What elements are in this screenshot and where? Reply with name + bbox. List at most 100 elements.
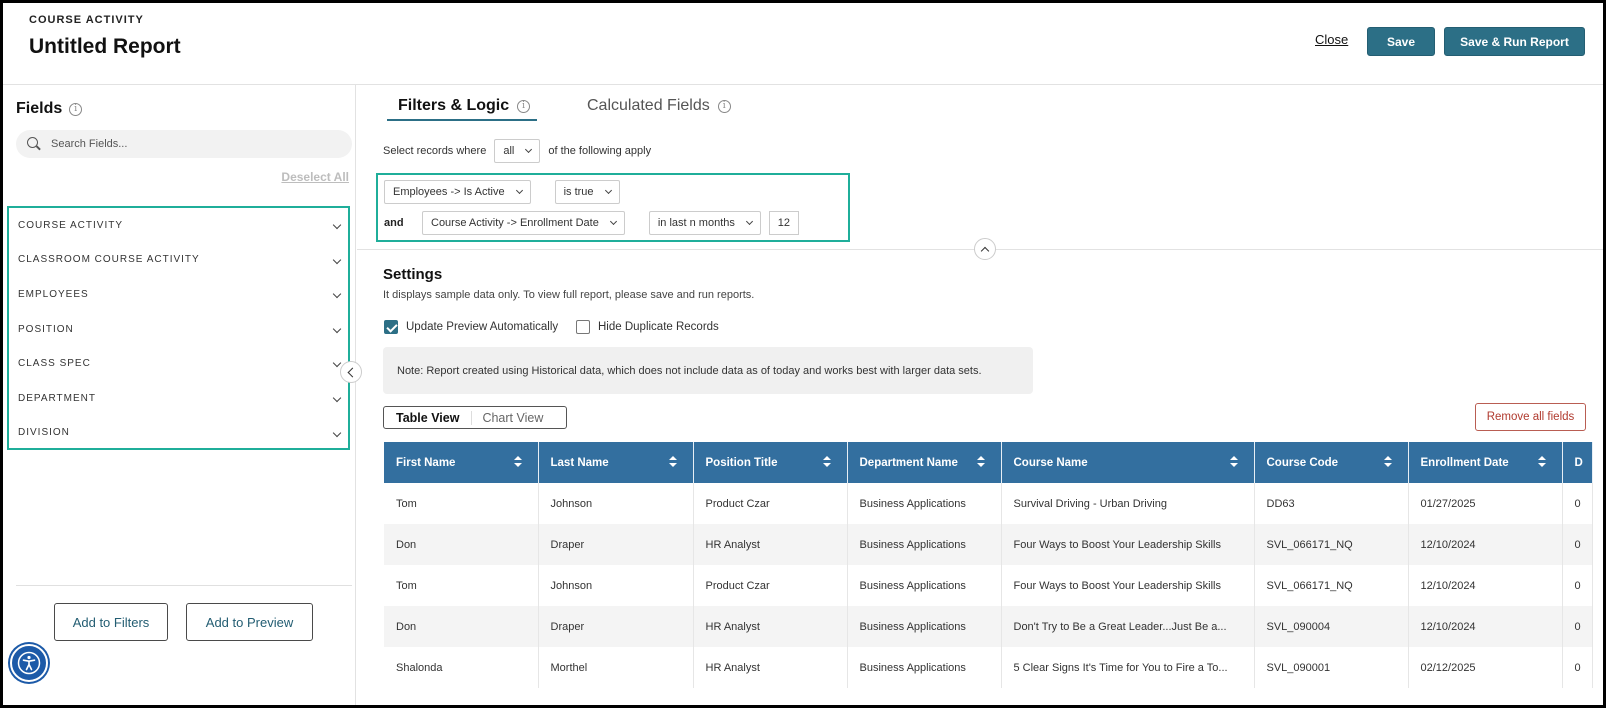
column-header[interactable]: Department Name bbox=[847, 442, 1002, 483]
sort-icon[interactable] bbox=[1229, 456, 1238, 468]
chevron-down-icon bbox=[332, 428, 342, 437]
select-records-suffix: of the following apply bbox=[548, 145, 652, 157]
table-view-tab[interactable]: Table View bbox=[384, 410, 473, 425]
field-group-classroom-course-activity[interactable]: CLASSROOM COURSE ACTIVITY bbox=[9, 243, 348, 278]
field-group-class-spec[interactable]: CLASS SPEC bbox=[9, 346, 348, 381]
table-cell: Johnson bbox=[538, 565, 694, 606]
app-window: COURSE ACTIVITY Untitled Report Close Sa… bbox=[0, 0, 1606, 708]
filter-operator-value: in last n months bbox=[657, 217, 735, 229]
save-and-run-button[interactable]: Save & Run Report bbox=[1444, 27, 1585, 56]
column-header[interactable]: Course Code bbox=[1254, 442, 1409, 483]
update-preview-checkbox[interactable]: Update Preview Automatically bbox=[384, 320, 558, 334]
add-to-preview-button[interactable]: Add to Preview bbox=[186, 603, 313, 641]
sort-icon[interactable] bbox=[1383, 456, 1392, 468]
table-cell: Survival Driving - Urban Driving bbox=[1001, 483, 1255, 524]
field-group-label: EMPLOYEES bbox=[18, 288, 89, 300]
filter-field-select[interactable]: Employees -> Is Active bbox=[384, 180, 531, 204]
table-cell: Tom bbox=[384, 565, 539, 606]
match-mode-select[interactable]: all bbox=[494, 139, 541, 163]
fields-panel: Fields i Deselect All COURSE ACTIVITY CL… bbox=[3, 85, 356, 705]
column-header-label: Last Name bbox=[550, 456, 609, 469]
field-group-department[interactable]: DEPARTMENT bbox=[9, 381, 348, 416]
column-header[interactable]: Course Name bbox=[1001, 442, 1255, 483]
column-header-label: Department Name bbox=[859, 456, 958, 469]
field-group-label: COURSE ACTIVITY bbox=[18, 219, 124, 231]
filter-value-input[interactable]: 12 bbox=[768, 211, 799, 235]
column-header[interactable]: First Name bbox=[384, 442, 539, 483]
tab-filters-logic[interactable]: Filters & Logic i bbox=[398, 97, 531, 115]
search-icon bbox=[27, 137, 41, 151]
view-toggle: Table View Chart View bbox=[383, 406, 567, 429]
search-field bbox=[16, 130, 352, 158]
sort-icon[interactable] bbox=[513, 456, 522, 468]
filter-operator-select[interactable]: in last n months bbox=[648, 211, 761, 235]
table-cell: Business Applications bbox=[847, 565, 1002, 606]
sort-icon[interactable] bbox=[822, 456, 831, 468]
field-group-position[interactable]: POSITION bbox=[9, 312, 348, 347]
active-tab-indicator bbox=[387, 119, 537, 121]
sort-icon[interactable] bbox=[668, 456, 677, 468]
filter-field-select[interactable]: Course Activity -> Enrollment Date bbox=[422, 211, 625, 235]
page-title[interactable]: Untitled Report bbox=[29, 35, 181, 59]
chevron-down-icon bbox=[332, 220, 342, 230]
table-cell: SVL_066171_NQ bbox=[1254, 524, 1409, 565]
table-cell: DD63 bbox=[1254, 483, 1409, 524]
field-group-division[interactable]: DIVISION bbox=[9, 416, 348, 451]
table-cell: 01/27/2025 bbox=[1408, 483, 1563, 524]
collapse-filters-button[interactable] bbox=[974, 238, 996, 260]
table-cell: 12/10/2024 bbox=[1408, 565, 1563, 606]
checkbox-label: Update Preview Automatically bbox=[406, 321, 559, 333]
save-button[interactable]: Save bbox=[1367, 27, 1435, 56]
settings-title: Settings bbox=[383, 266, 443, 283]
chevron-down-icon bbox=[604, 186, 612, 195]
table-cell: 5 Clear Signs It's Time for You to Fire … bbox=[1001, 647, 1255, 688]
checkbox-unchecked-icon[interactable] bbox=[576, 320, 590, 334]
chart-view-tab[interactable]: Chart View bbox=[472, 411, 553, 425]
column-header-label: First Name bbox=[396, 456, 456, 469]
column-header[interactable]: Position Title bbox=[693, 442, 848, 483]
filter-field-value: Course Activity -> Enrollment Date bbox=[431, 217, 599, 229]
table-cell: HR Analyst bbox=[693, 606, 848, 647]
hide-duplicates-checkbox[interactable]: Hide Duplicate Records bbox=[576, 320, 719, 334]
filter-row: and Course Activity -> Enrollment Date i… bbox=[384, 211, 799, 235]
info-icon[interactable]: i bbox=[69, 102, 83, 116]
tab-label: Calculated Fields bbox=[587, 97, 710, 114]
column-header[interactable]: Enrollment Date bbox=[1408, 442, 1563, 483]
table-cell: Product Czar bbox=[693, 483, 848, 524]
sort-icon[interactable] bbox=[976, 456, 985, 468]
field-group-employees[interactable]: EMPLOYEES bbox=[9, 277, 348, 312]
column-header[interactable]: Last Name bbox=[538, 442, 694, 483]
table-row: Tom Johnson Product Czar Business Applic… bbox=[384, 565, 1593, 606]
table-cell: Business Applications bbox=[847, 483, 1002, 524]
info-icon[interactable]: i bbox=[517, 99, 531, 113]
report-type-label: COURSE ACTIVITY bbox=[29, 14, 144, 26]
accessibility-icon[interactable] bbox=[10, 644, 48, 682]
search-input[interactable] bbox=[51, 138, 321, 150]
deselect-all-link[interactable]: Deselect All bbox=[281, 170, 349, 184]
checkbox-checked-icon[interactable] bbox=[384, 320, 398, 334]
column-header[interactable]: D bbox=[1562, 442, 1593, 483]
match-mode-row: Select records where all of the followin… bbox=[383, 139, 651, 163]
fields-title: Fields bbox=[16, 100, 63, 117]
preview-table: First Name Last Name Position Title Depa… bbox=[384, 442, 1593, 688]
filter-row: Employees -> Is Active is true bbox=[384, 180, 620, 204]
close-link[interactable]: Close bbox=[1315, 32, 1348, 47]
field-group-course-activity[interactable]: COURSE ACTIVITY bbox=[9, 208, 348, 243]
sort-icon[interactable] bbox=[1537, 456, 1546, 468]
page-header: COURSE ACTIVITY Untitled Report Close Sa… bbox=[3, 3, 1603, 85]
column-header-label: Course Name bbox=[1013, 456, 1088, 469]
table-cell: Don bbox=[384, 606, 539, 647]
tab-calculated-fields[interactable]: Calculated Fields i bbox=[587, 97, 731, 115]
filter-operator-select[interactable]: is true bbox=[554, 180, 620, 204]
table-cell: SVL_090004 bbox=[1254, 606, 1409, 647]
add-to-filters-button[interactable]: Add to Filters bbox=[54, 603, 168, 641]
remove-all-fields-button[interactable]: Remove all fields bbox=[1475, 403, 1586, 431]
fields-heading: Fields i bbox=[16, 100, 83, 118]
chevron-up-icon bbox=[980, 246, 990, 255]
table-cell: Morthel bbox=[538, 647, 694, 688]
field-group-label: DEPARTMENT bbox=[18, 392, 96, 404]
collapse-panel-button[interactable] bbox=[340, 361, 362, 383]
info-icon[interactable]: i bbox=[717, 99, 731, 113]
table-cell: 02/12/2025 bbox=[1408, 647, 1563, 688]
table-cell: Business Applications bbox=[847, 524, 1002, 565]
